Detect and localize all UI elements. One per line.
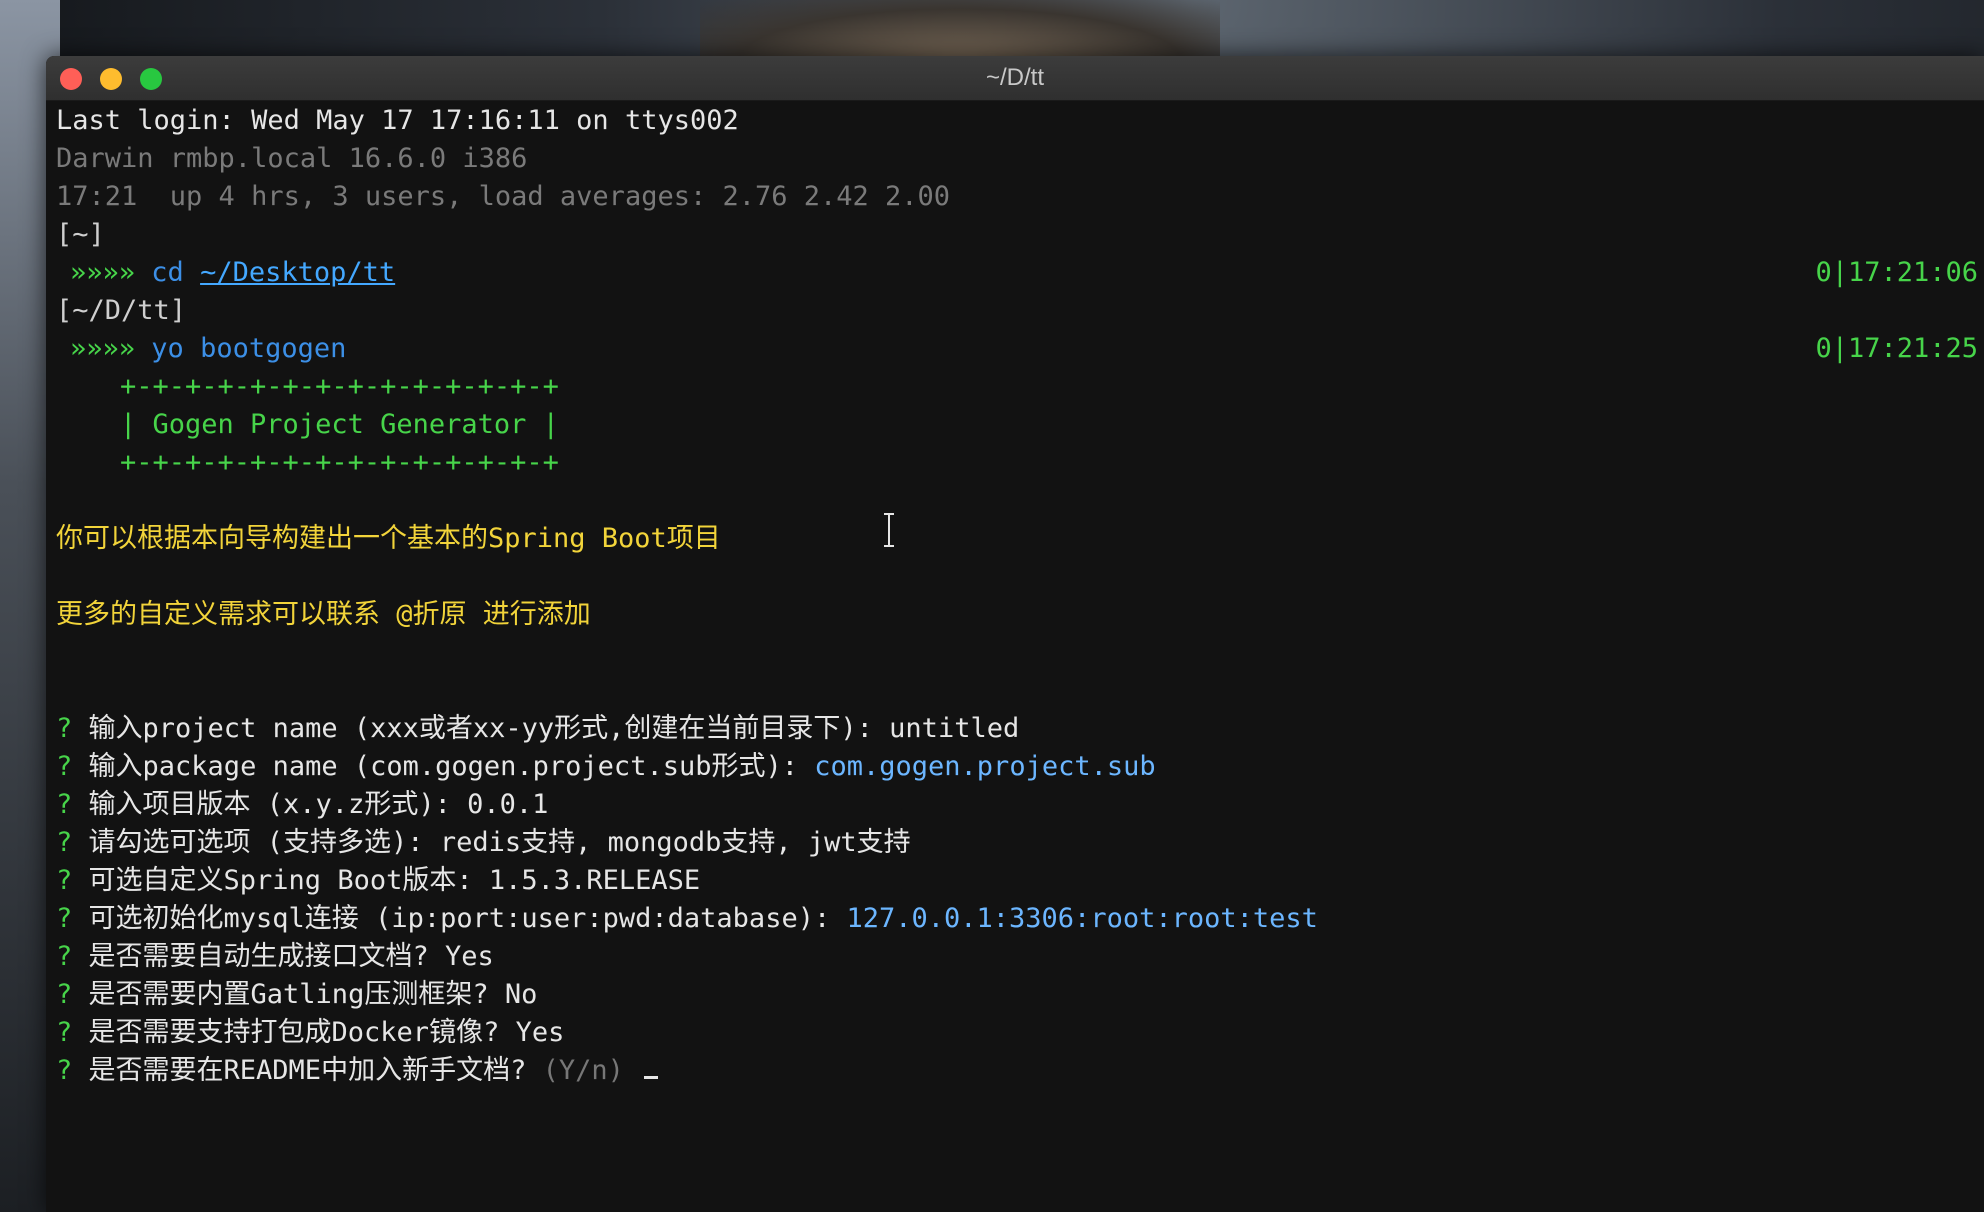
command-timestamp: 0|17:21:06 bbox=[1815, 257, 1978, 288]
question-text: 输入项目版本 (x.y.z形式): bbox=[88, 789, 468, 820]
question-line: ? 输入项目版本 (x.y.z形式): 0.0.1 bbox=[56, 786, 548, 824]
question-line: ? 是否需要自动生成接口文档? Yes bbox=[56, 938, 494, 976]
terminal-window[interactable]: ~/D/tt Last login: Wed May 17 17:16:11 o… bbox=[46, 56, 1984, 1212]
prompt-arrows: »»»» bbox=[70, 257, 136, 288]
uptime-line: 17:21 up 4 hrs, 3 users, load averages: … bbox=[56, 181, 951, 212]
last-login-line: Last login: Wed May 17 17:16:11 on ttys0… bbox=[56, 105, 739, 136]
command-line-cd: »»»» cd ~/Desktop/tt bbox=[70, 254, 395, 292]
banner-border-bottom: +-+-+-+-+-+-+-+-+-+-+-+-+-+ bbox=[120, 447, 559, 478]
question-mark: ? bbox=[56, 789, 73, 820]
path-link[interactable]: ~/Desktop/tt bbox=[200, 257, 395, 288]
terminal-content[interactable]: Last login: Wed May 17 17:16:11 on ttys0… bbox=[56, 102, 1984, 1212]
question-answer: 1.5.3.RELEASE bbox=[488, 865, 701, 896]
banner-title: | Gogen Project Generator | bbox=[120, 409, 559, 440]
question-mark: ? bbox=[56, 1055, 73, 1086]
question-mark: ? bbox=[56, 865, 73, 896]
command-line-yo: »»»» yo bootgogen bbox=[70, 330, 346, 368]
desktop-wallpaper-top bbox=[700, 0, 1220, 60]
question-mark: ? bbox=[56, 1017, 73, 1048]
cwd-line-home: [~] bbox=[56, 219, 105, 250]
question-mark: ? bbox=[56, 751, 73, 782]
question-answer: 0.0.1 bbox=[467, 789, 549, 820]
intro-line-2: 更多的自定义需求可以联系 @折原 进行添加 bbox=[56, 599, 591, 630]
command-argument: bootgogen bbox=[200, 333, 347, 364]
question-text: 是否需要支持打包成Docker镜像? bbox=[88, 1017, 516, 1048]
question-mark: ? bbox=[56, 827, 73, 858]
command-timestamp: 0|17:21:25 bbox=[1815, 333, 1978, 364]
question-text: 可选自定义Spring Boot版本: bbox=[88, 865, 489, 896]
prompt-arrows: »»»» bbox=[70, 333, 136, 364]
question-line-active[interactable]: ? 是否需要在README中加入新手文档? (Y/n) bbox=[56, 1052, 659, 1090]
command-name: cd bbox=[151, 257, 184, 288]
ibeam-cursor-icon bbox=[884, 513, 894, 547]
question-text: 输入package name (com.gogen.project.sub形式)… bbox=[88, 751, 815, 782]
question-text: 是否需要自动生成接口文档? bbox=[88, 941, 446, 972]
question-answer: com.gogen.project.sub bbox=[814, 751, 1156, 782]
question-mark: ? bbox=[56, 903, 73, 934]
question-line: ? 输入project name (xxx或者xx-yy形式,创建在当前目录下)… bbox=[56, 710, 1019, 748]
banner-border-top: +-+-+-+-+-+-+-+-+-+-+-+-+-+ bbox=[120, 371, 559, 402]
question-answer: Yes bbox=[445, 941, 494, 972]
question-line: ? 可选自定义Spring Boot版本: 1.5.3.RELEASE bbox=[56, 862, 700, 900]
question-answer: untitled bbox=[889, 713, 1020, 744]
title-bar[interactable]: ~/D/tt bbox=[46, 56, 1984, 101]
question-line: ? 是否需要内置Gatling压测框架? No bbox=[56, 976, 537, 1014]
cwd-line-tt: [~/D/tt] bbox=[56, 295, 187, 326]
question-mark: ? bbox=[56, 713, 73, 744]
uname-line: Darwin rmbp.local 16.6.0 i386 bbox=[56, 143, 528, 174]
question-mark: ? bbox=[56, 941, 73, 972]
question-text: 可选初始化mysql连接 (ip:port:user:pwd:database)… bbox=[88, 903, 847, 934]
question-mark: ? bbox=[56, 979, 73, 1010]
question-line: ? 请勾选可选项 (支持多选): redis支持, mongodb支持, jwt… bbox=[56, 824, 911, 862]
question-line: ? 输入package name (com.gogen.project.sub形… bbox=[56, 748, 1156, 786]
question-text: 是否需要内置Gatling压测框架? bbox=[88, 979, 505, 1010]
question-answer: No bbox=[504, 979, 538, 1010]
question-answer: Yes bbox=[515, 1017, 565, 1048]
question-default-hint: (Y/n) bbox=[542, 1055, 624, 1086]
text-cursor bbox=[644, 1076, 659, 1079]
window-title: ~/D/tt bbox=[985, 64, 1045, 91]
question-line: ? 可选初始化mysql连接 (ip:port:user:pwd:databas… bbox=[56, 900, 1318, 938]
question-text: 请勾选可选项 (支持多选): bbox=[88, 827, 440, 858]
command-name: yo bbox=[151, 333, 184, 364]
question-text: 输入project name (xxx或者xx-yy形式,创建在当前目录下): bbox=[88, 713, 890, 744]
intro-line-1: 你可以根据本向导构建出一个基本的Spring Boot项目 bbox=[56, 523, 721, 554]
question-answer: redis支持, mongodb支持, jwt支持 bbox=[439, 827, 911, 858]
question-line: ? 是否需要支持打包成Docker镜像? Yes bbox=[56, 1014, 564, 1052]
question-answer: 127.0.0.1:3306:root:root:test bbox=[846, 903, 1318, 934]
question-text: 是否需要在README中加入新手文档? bbox=[88, 1055, 543, 1086]
